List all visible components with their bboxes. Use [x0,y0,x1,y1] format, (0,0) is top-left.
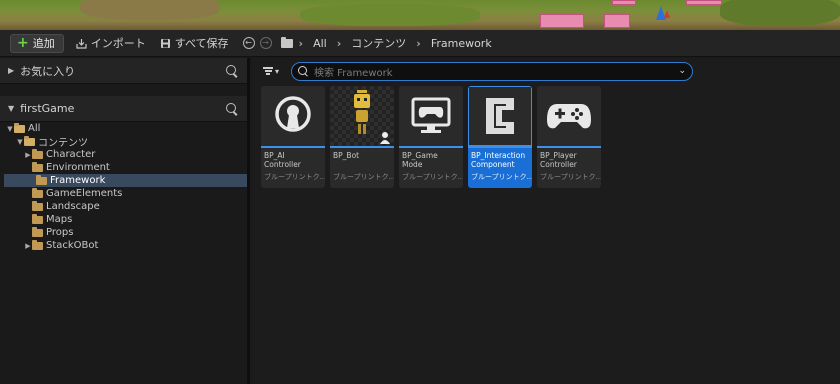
folder-icon [32,148,43,159]
asset-view: ▾ 検索 Framework ⌄ BP_AI Controller ブループリン… [253,58,840,384]
folder-icon [32,200,43,211]
folder-icon [32,187,43,198]
ai-controller-icon [261,86,325,146]
expand-arrow-icon[interactable]: ▶ [24,242,32,250]
tree-item-label: Props [46,227,74,238]
project-header[interactable]: ▼ firstGame [0,96,247,122]
tree-item-label: Maps [46,214,73,225]
search-icon[interactable] [226,102,238,115]
asset-name: BP_Interaction Component [471,151,526,169]
collapse-arrow-icon[interactable]: ▼ [8,104,14,113]
tree-item-label: GameElements [46,188,123,199]
filter-icon [263,67,273,75]
tree-item-framework[interactable]: Framework [4,174,247,187]
asset-type: ブループリントク... [264,173,325,181]
add-button-label: 追加 [32,37,55,50]
tree-item-label: Character [46,149,96,160]
tree-item-gameelements[interactable]: GameElements [0,187,247,200]
asset-tile[interactable]: BP_AI Controller ブループリントク... [261,86,325,188]
folder-open-icon [14,122,25,133]
tree-item-label: Environment [46,162,110,173]
collapse-arrow-icon[interactable]: ▼ [16,138,24,146]
favorites-header[interactable]: ▶ お気に入り [0,58,247,84]
tree-item-label: Landscape [46,201,100,212]
favorites-list [0,84,247,96]
history-forward-icon[interactable]: → [259,37,272,49]
folder-icon [32,213,43,224]
plus-icon: + [17,35,29,51]
gamepad-icon [537,86,601,146]
collapse-arrow-icon[interactable]: ▼ [6,125,14,133]
content-browser-toolbar: + 追加 インポート すべて保存 ← → › All › コンテンツ › Fra… [0,30,840,57]
folder-icon [32,161,43,172]
level-viewport-strip[interactable] [0,0,840,30]
asset-tile[interactable]: BP_Player Controller ブループリントク... [537,86,601,188]
save-icon [160,38,171,49]
asset-type: ブループリントク... [333,173,394,181]
breadcrumb-all[interactable]: All [313,37,327,50]
folder-icon [32,239,43,250]
tree-item-label: StackOBot [46,240,99,251]
search-icon[interactable] [226,64,238,77]
save-all-button-label: すべて保存 [174,37,229,50]
tree-item-landscape[interactable]: Landscape [0,200,247,213]
component-icon [468,86,532,146]
asset-tile[interactable]: BP_Bot ブループリントク... [330,86,394,188]
sources-panel: ▶ お気に入り ▼ firstGame ▼ All ▼ コンテンツ ▶ Char… [0,58,250,384]
tree-item-props[interactable]: Props [0,226,247,239]
folder-icon [32,226,43,237]
tree-item-stackobot[interactable]: ▶ StackOBot [0,239,247,252]
folder-tree: ▼ All ▼ コンテンツ ▶ Character Environment Fr… [0,122,247,252]
breadcrumb-content[interactable]: コンテンツ [351,35,406,51]
asset-tile[interactable]: BP_Interaction Component ブループリントク... [468,86,532,188]
breadcrumb-separator-icon[interactable]: › [337,37,342,50]
folder-icon[interactable] [280,36,293,48]
tree-item-character[interactable]: ▶ Character [0,148,247,161]
tree-item-label: All [28,123,41,134]
filter-button[interactable]: ▾ [263,67,285,76]
search-input[interactable]: 検索 Framework ⌄ [291,61,693,81]
robot-character-icon [330,86,394,146]
history-back-icon[interactable]: ← [242,37,255,49]
asset-type: ブループリントク... [540,173,601,181]
game-mode-icon [399,86,463,146]
save-all-button[interactable]: すべて保存 [160,35,229,51]
asset-name: BP_Player Controller [540,151,577,169]
breadcrumb-framework[interactable]: Framework [431,37,492,50]
search-placeholder: 検索 Framework [314,67,393,79]
tree-item-label: Framework [50,175,106,186]
asset-name: BP_Bot [333,151,360,160]
tree-item-environment[interactable]: Environment [0,161,247,174]
add-button[interactable]: + 追加 [10,33,64,53]
asset-grid: BP_AI Controller ブループリントク... BP_Bot ブループ… [261,86,601,188]
tree-item-label: コンテンツ [38,138,88,149]
import-icon [76,38,87,49]
asset-type: ブループリントク... [471,173,532,181]
expand-arrow-icon[interactable]: ▶ [8,66,14,75]
chevron-down-icon: ▾ [275,66,280,76]
asset-name: BP_AI Controller [264,151,301,169]
import-button-label: インポート [90,37,146,50]
asset-tile[interactable]: BP_Game Mode ブループリントク... [399,86,463,188]
folder-icon [36,174,47,185]
chevron-down-icon[interactable]: ⌄ [678,66,686,76]
tree-item-content[interactable]: ▼ コンテンツ [0,135,247,149]
breadcrumb-separator-icon[interactable]: › [416,37,421,50]
folder-open-icon [24,135,35,146]
favorites-label: お気に入り [20,64,76,78]
filter-bar: ▾ 検索 Framework ⌄ [253,58,840,84]
asset-type: ブループリントク... [402,173,463,181]
breadcrumb-separator-icon[interactable]: › [299,37,304,50]
expand-arrow-icon[interactable]: ▶ [24,151,32,159]
project-label: firstGame [20,102,75,115]
import-button[interactable]: インポート [76,35,146,51]
tree-item-maps[interactable]: Maps [0,213,247,226]
asset-name: BP_Game Mode [402,151,438,169]
search-icon [298,66,308,76]
